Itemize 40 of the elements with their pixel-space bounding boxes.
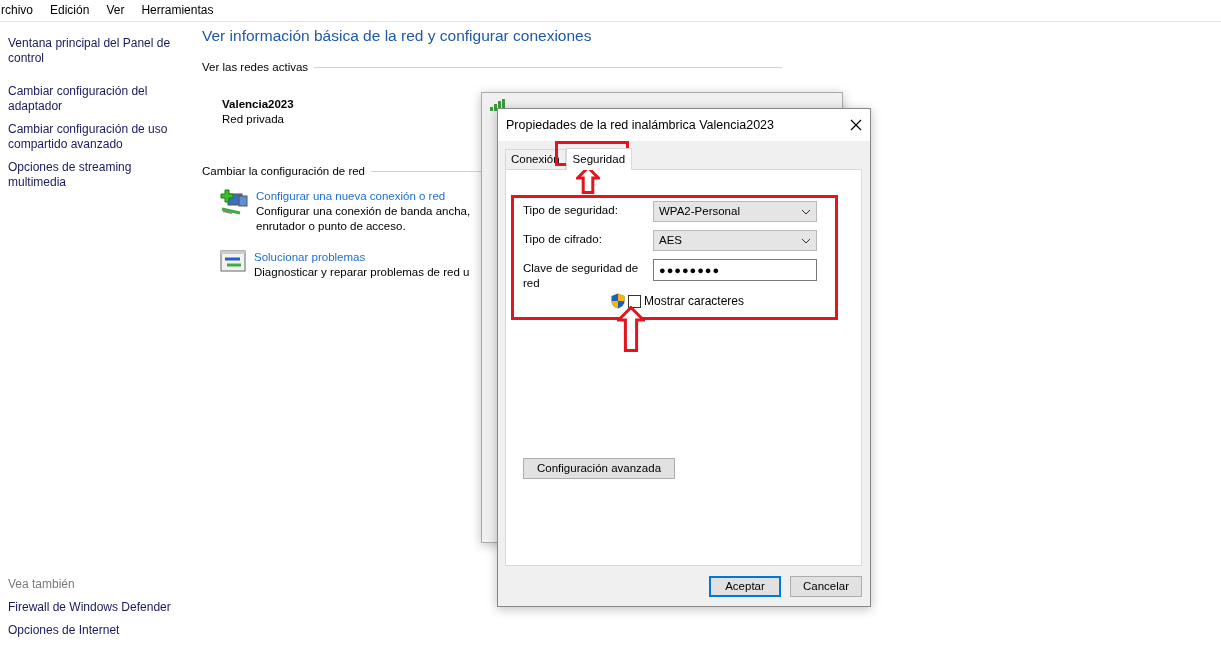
dialog-button[interactable]: Aceptar: [709, 576, 781, 597]
network-name: Valencia2023: [222, 97, 294, 112]
field-label: Tipo de seguridad:: [523, 203, 619, 218]
password-field[interactable]: ●●●●●●●●: [653, 259, 817, 281]
chevron-icon: [801, 237, 811, 244]
section-heading: Ver las redes activas: [202, 60, 309, 75]
task-description: Diagnosticar y reparar problemas de red u: [254, 265, 470, 280]
dialog-button[interactable]: Cancelar: [790, 576, 862, 597]
network-plus-icon: [220, 189, 248, 215]
checkbox-label: Mostrar caracteres: [644, 293, 745, 309]
close-icon[interactable]: [850, 119, 862, 131]
menu-item[interactable]: Ver: [106, 3, 125, 18]
field-label: Tipo de cifrado:: [523, 232, 603, 247]
sidebar-link[interactable]: Firewall de Windows Defender: [8, 600, 183, 615]
task-link[interactable]: Solucionar problemas: [254, 250, 366, 265]
sidebar-link[interactable]: Ventana principal del Panel de control: [8, 36, 183, 66]
sidebar-link[interactable]: Cambiar configuración de uso compartido avanzado: [8, 122, 183, 152]
tab[interactable]: Seguridad: [565, 148, 633, 170]
section-heading: Vea también: [8, 577, 76, 592]
network-window-icon: [220, 250, 246, 272]
section-heading: Cambiar la configuración de red: [202, 164, 365, 179]
sidebar-link[interactable]: Cambiar configuración del adaptador: [8, 84, 183, 114]
checkbox[interactable]: [628, 294, 641, 308]
arrow-icon: [617, 306, 645, 352]
dropdown[interactable]: WPA2-Personal: [653, 201, 817, 222]
dialog-title: Propiedades de la red inalámbrica Valencia2023: [506, 117, 774, 133]
menu-item[interactable]: rchivo: [1, 3, 33, 18]
task-link[interactable]: Configurar una nueva conexión o red: [256, 189, 446, 204]
shield-icon: [611, 293, 625, 309]
task-description: Configurar una conexión de banda ancha, enrutador o punto de acceso.: [256, 204, 472, 234]
page-title: Ver información básica de la red y configurar conexiones: [202, 26, 593, 46]
network-type: Red privada: [222, 112, 284, 127]
sidebar-link[interactable]: Opciones de Internet: [8, 623, 183, 638]
sidebar-link[interactable]: Opciones de streaming multimedia: [8, 160, 183, 190]
field-label: Clave de seguridad de red: [523, 261, 640, 291]
dropdown[interactable]: AES: [653, 230, 817, 251]
advanced-settings-button[interactable]: Configuración avanzada: [523, 458, 676, 479]
menu-item[interactable]: Edición: [50, 3, 90, 18]
menu-item[interactable]: Herramientas: [141, 3, 214, 18]
chevron-icon: [801, 208, 811, 215]
